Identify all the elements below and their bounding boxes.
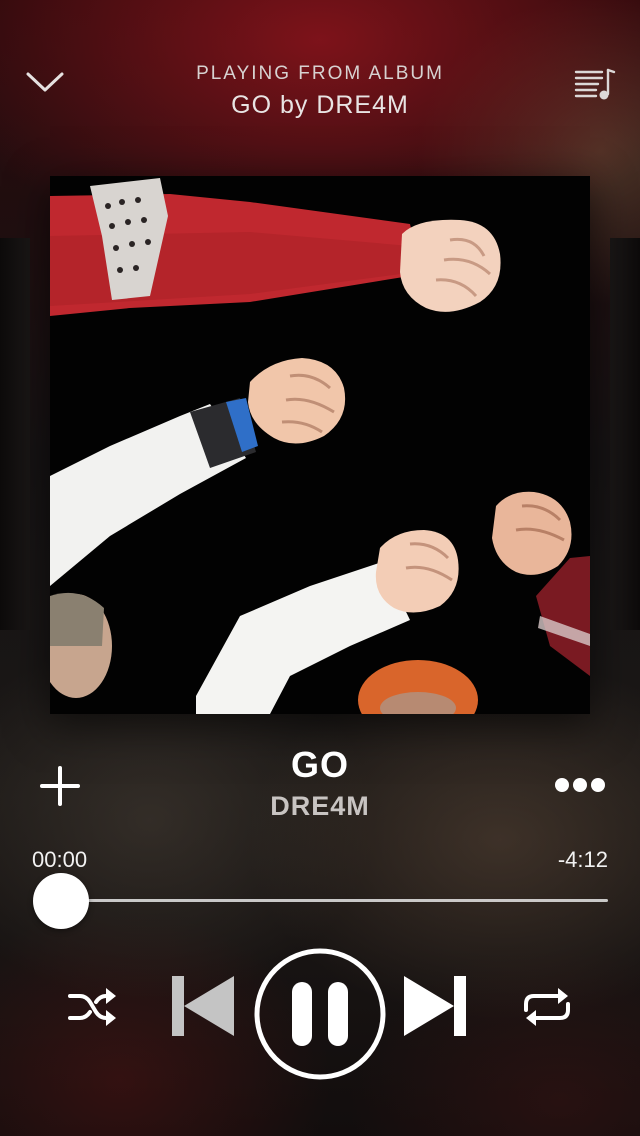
album-artwork	[50, 176, 590, 714]
add-to-library-button[interactable]	[38, 764, 82, 808]
collapse-button[interactable]	[22, 62, 68, 102]
shuffle-icon	[68, 988, 116, 1026]
context-name: GO by DRE4M	[231, 91, 409, 119]
more-dots-icon	[555, 778, 605, 792]
chevron-down-icon	[26, 72, 64, 92]
next-button[interactable]	[402, 974, 468, 1038]
elapsed-time: 00:00	[32, 847, 88, 872]
repeat-button[interactable]	[520, 984, 574, 1030]
track-title: GO	[290, 744, 349, 785]
shuffle-button[interactable]	[66, 984, 118, 1030]
pause-icon	[254, 948, 386, 1080]
previous-album-peek[interactable]	[0, 238, 30, 630]
queue-button[interactable]	[572, 62, 618, 106]
repeat-icon	[524, 988, 570, 1026]
more-options-button[interactable]	[552, 772, 608, 798]
previous-button[interactable]	[170, 974, 236, 1038]
album-cover-image	[50, 176, 590, 714]
next-icon	[404, 976, 466, 1036]
previous-icon	[172, 976, 234, 1036]
progress-bar[interactable]	[60, 899, 608, 902]
play-pause-button[interactable]	[252, 946, 388, 1082]
next-album-peek[interactable]	[610, 238, 640, 630]
progress-scrubber[interactable]	[33, 873, 89, 929]
track-artist[interactable]: DRE4M	[160, 790, 480, 822]
plus-icon	[40, 766, 80, 806]
context-label: PLAYING FROM ALBUM	[196, 63, 444, 84]
queue-list-icon	[574, 68, 616, 100]
remaining-time: -4:12	[557, 847, 608, 872]
now-playing-context: PLAYING FROM ALBUM GO by DRE4M	[140, 62, 500, 120]
